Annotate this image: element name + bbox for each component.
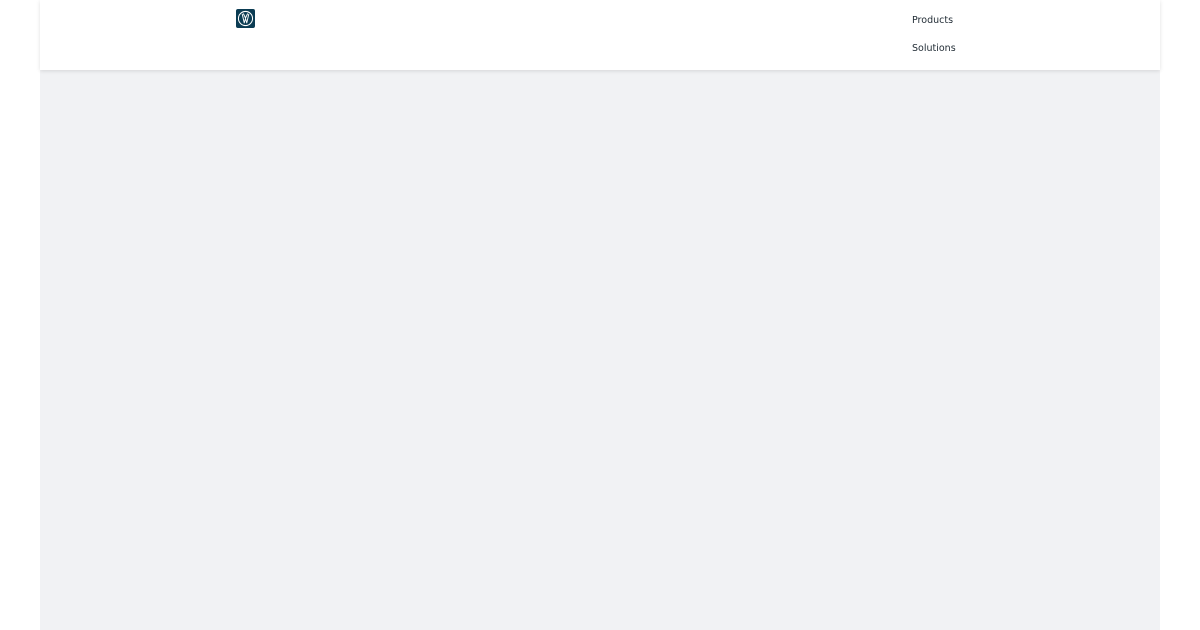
main-content-area	[40, 70, 1160, 630]
nav-item-products[interactable]: Products	[912, 15, 953, 27]
page: Products Solutions	[0, 0, 1200, 630]
site-header: Products Solutions	[40, 0, 1160, 70]
nav-item-solutions[interactable]: Solutions	[912, 43, 956, 55]
vw-logo-icon[interactable]	[236, 9, 255, 28]
